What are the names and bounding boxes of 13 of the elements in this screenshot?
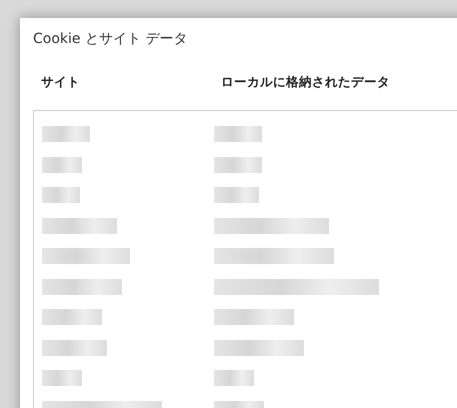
dialog-title: Cookie とサイト データ — [32, 30, 188, 48]
redacted-text — [42, 340, 107, 356]
redacted-text — [214, 126, 262, 142]
redacted-text — [214, 187, 259, 204]
redacted-text — [42, 126, 90, 142]
redacted-text — [214, 156, 262, 173]
redacted-text — [214, 370, 254, 386]
redacted-text — [42, 309, 102, 326]
column-header: サイト — [41, 74, 81, 91]
redacted-text — [42, 370, 82, 386]
redacted-text — [42, 187, 80, 204]
column-header: ローカルに格納されたデータ — [221, 74, 391, 91]
redacted-text — [42, 156, 82, 173]
